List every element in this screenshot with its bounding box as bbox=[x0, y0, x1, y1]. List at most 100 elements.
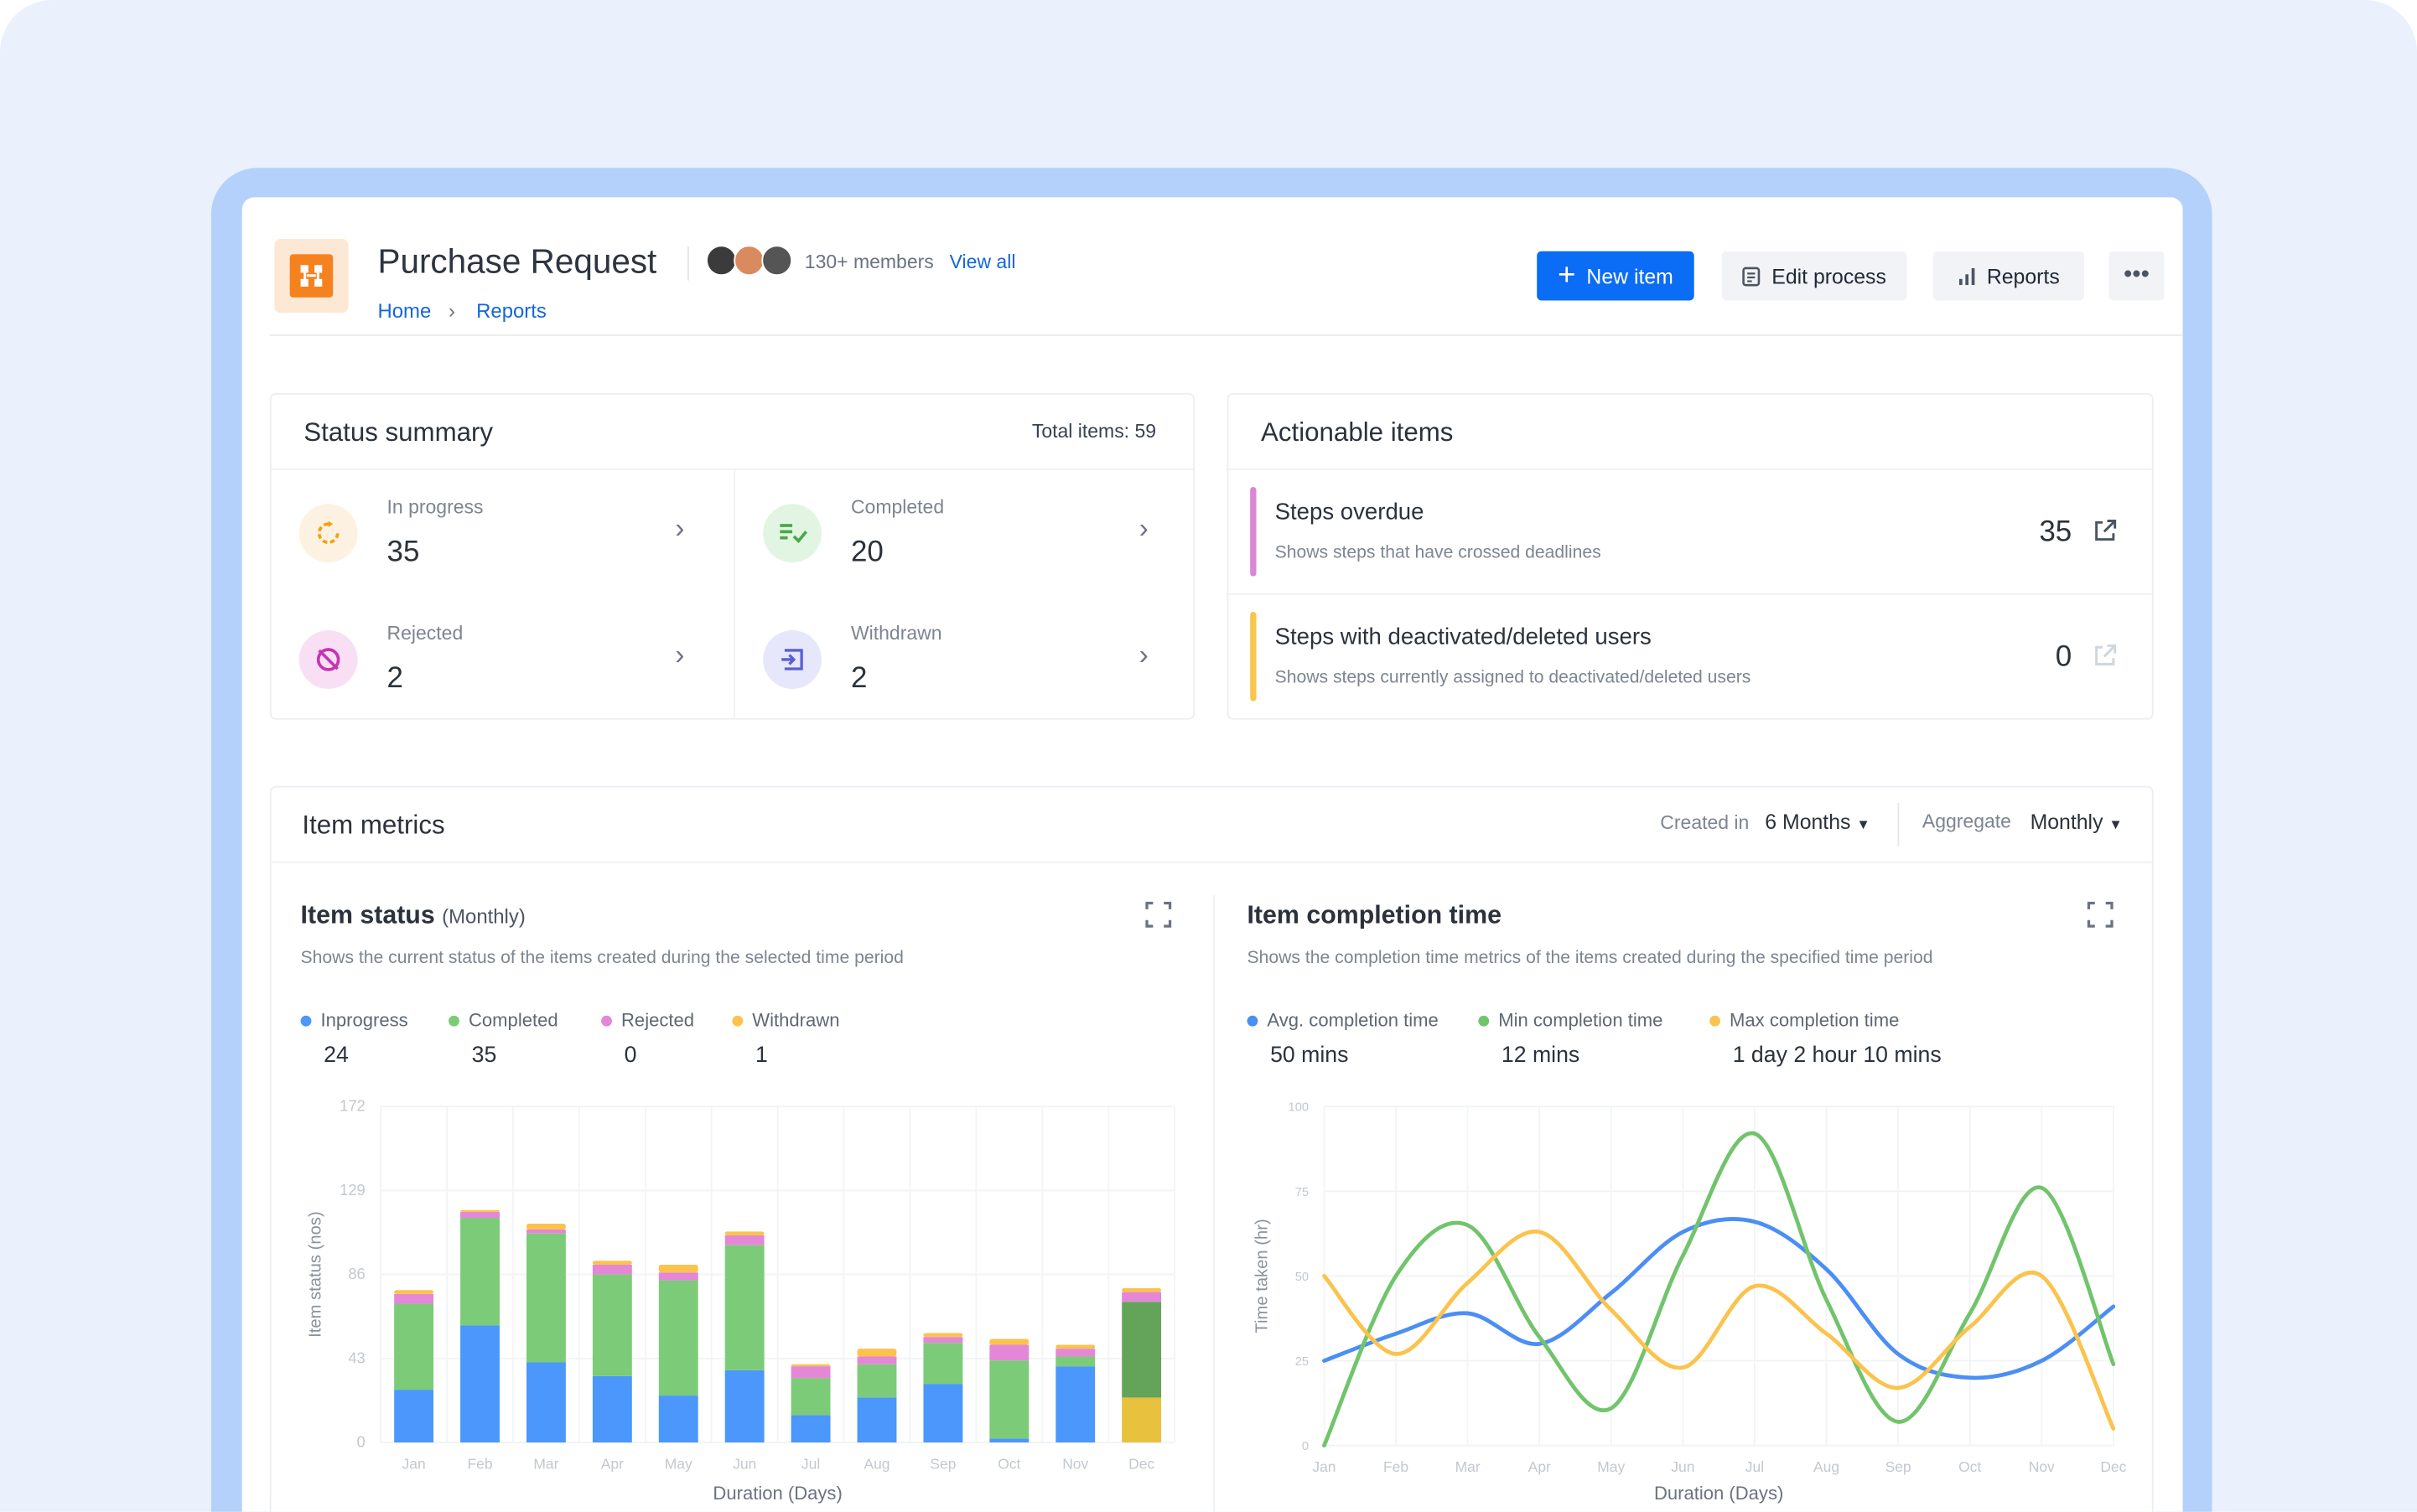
actionable-count: 0 bbox=[2055, 640, 2072, 674]
y-axis-title: Time taken (hr) bbox=[1253, 1219, 1271, 1333]
actionable-item[interactable]: Steps overdue Shows steps that have cros… bbox=[1228, 470, 2153, 593]
breadcrumb-home[interactable]: Home bbox=[377, 299, 431, 323]
legend-item[interactable]: Min completion time bbox=[1478, 1009, 1662, 1031]
bar-segment-rejected bbox=[724, 1235, 765, 1245]
bar-segment-rejected bbox=[857, 1356, 897, 1364]
rejected-icon bbox=[298, 630, 358, 689]
y-tick-label: 172 bbox=[340, 1097, 366, 1115]
legend-value: 1 day 2 hour 10 mins bbox=[1732, 1043, 1942, 1069]
bar-segment-rejected bbox=[1055, 1349, 1096, 1357]
bar-segment-rejected bbox=[1122, 1292, 1162, 1302]
reports-button[interactable]: Reports bbox=[1932, 251, 2084, 301]
x-tick-label: Sep bbox=[930, 1455, 956, 1472]
avatar[interactable] bbox=[706, 245, 737, 277]
y-tick-label: 43 bbox=[348, 1349, 365, 1366]
bar-segment-inprogress bbox=[857, 1397, 897, 1443]
more-options-button[interactable]: ••• bbox=[2108, 251, 2165, 301]
breadcrumb-chevron-icon: › bbox=[449, 298, 456, 323]
bar-segment-completed bbox=[460, 1218, 500, 1326]
y-axis-title: Item status (nos) bbox=[306, 1211, 324, 1338]
bar-segment-rejected bbox=[526, 1230, 566, 1234]
chart-subtitle: Shows the current status of the items cr… bbox=[300, 949, 904, 968]
breadcrumb-reports[interactable]: Reports bbox=[476, 299, 547, 323]
created-in-dropdown[interactable]: 6 Months ▼ bbox=[1765, 810, 1870, 834]
y-tick-label: 0 bbox=[1302, 1440, 1309, 1453]
legend-item[interactable]: Inprogress bbox=[300, 1009, 408, 1031]
x-tick-label: Dec bbox=[1128, 1455, 1154, 1472]
status-item-in-progress[interactable]: In progress 35 › bbox=[272, 470, 734, 595]
legend-item[interactable]: Completed bbox=[449, 1009, 558, 1031]
status-count: 2 bbox=[850, 662, 868, 696]
bar-segment-completed bbox=[592, 1274, 632, 1376]
y-tick-label: 75 bbox=[1295, 1186, 1309, 1199]
bar-segment-completed bbox=[1055, 1356, 1096, 1367]
view-all-link[interactable]: View all bbox=[950, 251, 1016, 273]
chevron-right-icon: › bbox=[1138, 639, 1149, 671]
actionable-count: 35 bbox=[2039, 515, 2072, 549]
expand-icon[interactable] bbox=[2087, 901, 2114, 928]
x-tick-label: Dec bbox=[2100, 1458, 2126, 1475]
y-tick-label: 25 bbox=[1295, 1355, 1309, 1369]
avatar[interactable] bbox=[761, 245, 793, 277]
aggregate-dropdown[interactable]: Monthly ▼ bbox=[2031, 810, 2123, 834]
new-item-button[interactable]: + New item bbox=[1537, 251, 1694, 301]
actionable-desc: Shows steps that have crossed deadlines bbox=[1274, 544, 1601, 563]
bar-segment-withdrawn bbox=[857, 1349, 897, 1357]
x-tick-label: Oct bbox=[1958, 1458, 1981, 1475]
bar-segment-inprogress bbox=[1122, 1397, 1162, 1443]
legend-item[interactable]: Avg. completion time bbox=[1247, 1009, 1439, 1031]
legend-value: 50 mins bbox=[1270, 1043, 1349, 1069]
status-item-rejected[interactable]: Rejected 2 › bbox=[272, 597, 734, 722]
bar-segment-completed bbox=[791, 1378, 831, 1416]
legend-dot bbox=[300, 1014, 312, 1026]
process-logo bbox=[274, 238, 349, 313]
avatar[interactable] bbox=[734, 245, 765, 277]
accent-bar bbox=[1250, 487, 1257, 577]
external-link-icon[interactable] bbox=[2092, 518, 2118, 544]
legend-item[interactable]: Rejected bbox=[601, 1009, 694, 1031]
actionable-item[interactable]: Steps with deactivated/deleted users Sho… bbox=[1228, 595, 2153, 718]
bar-segment-inprogress bbox=[923, 1384, 963, 1443]
x-tick-label: Oct bbox=[998, 1455, 1020, 1472]
more-icon: ••• bbox=[2123, 261, 2150, 288]
y-tick-label: 129 bbox=[340, 1181, 366, 1199]
status-label: Completed bbox=[850, 496, 945, 518]
bar-segment-withdrawn bbox=[791, 1364, 831, 1367]
bar-segment-completed bbox=[724, 1245, 765, 1370]
x-tick-label: Aug bbox=[1813, 1458, 1839, 1475]
legend-item[interactable]: Withdrawn bbox=[732, 1009, 840, 1031]
bar-segment-withdrawn bbox=[724, 1231, 765, 1235]
bar-segment-inprogress bbox=[791, 1415, 831, 1443]
accent-bar bbox=[1250, 611, 1257, 702]
legend-dot bbox=[1478, 1014, 1490, 1026]
caret-down-icon: ▼ bbox=[1856, 816, 1870, 832]
legend-item[interactable]: Max completion time bbox=[1709, 1009, 1899, 1031]
status-count: 2 bbox=[386, 662, 403, 696]
status-item-withdrawn[interactable]: Withdrawn 2 › bbox=[735, 597, 1198, 722]
bar-segment-completed bbox=[526, 1233, 566, 1363]
legend-dot bbox=[1709, 1014, 1720, 1026]
external-link-icon[interactable] bbox=[2092, 643, 2118, 669]
bar-segment-rejected bbox=[989, 1344, 1030, 1361]
x-tick-label: Apr bbox=[601, 1455, 624, 1472]
status-summary-title: Status summary bbox=[303, 417, 494, 448]
edit-process-button[interactable]: Edit process bbox=[1721, 251, 1907, 301]
bar-segment-completed bbox=[658, 1280, 698, 1396]
bar-segment-rejected bbox=[592, 1264, 632, 1275]
expand-icon[interactable] bbox=[1145, 901, 1172, 928]
x-tick-label: Jan bbox=[402, 1455, 426, 1472]
status-item-completed[interactable]: Completed 20 › bbox=[735, 470, 1198, 595]
y-tick-label: 50 bbox=[1295, 1271, 1309, 1284]
created-in-label: Created in bbox=[1660, 811, 1750, 834]
bar-segment-completed bbox=[857, 1364, 897, 1398]
chevron-right-icon: › bbox=[675, 513, 685, 545]
plus-icon: + bbox=[1558, 258, 1576, 293]
bar-segment-withdrawn bbox=[1122, 1287, 1162, 1292]
bar-segment-withdrawn bbox=[1055, 1344, 1096, 1349]
legend-value: 0 bbox=[624, 1043, 637, 1069]
bar-segment-rejected bbox=[791, 1366, 831, 1379]
status-label: Rejected bbox=[386, 622, 464, 645]
header-divider bbox=[269, 334, 2183, 336]
refresh-icon bbox=[298, 504, 358, 563]
x-tick-label: Nov bbox=[1062, 1455, 1088, 1472]
